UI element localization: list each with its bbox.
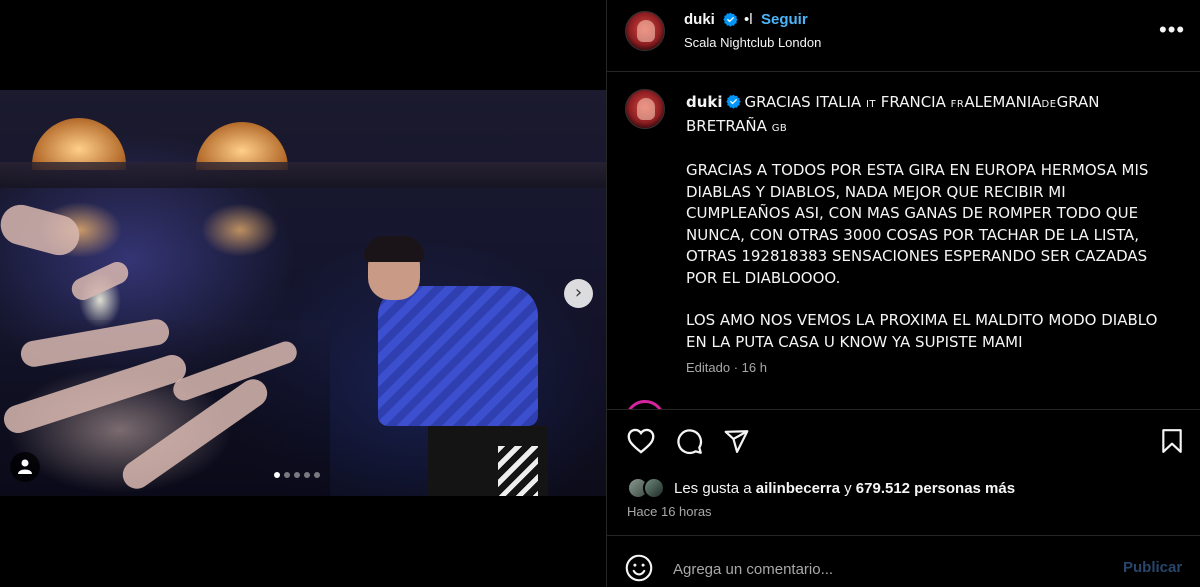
carousel-next-button[interactable]: › [564,279,593,308]
liker-avatar[interactable] [643,477,665,499]
caption-paragraph: GRACIAS A TODOS POR ESTA GIRA EN EUROPA … [686,161,1149,287]
post-caption: duki GRACIAS ITALIA IT FRANCIA FRALEMANIA… [686,92,1166,353]
caption-paragraph: LOS AMO NOS VEMOS LA PROXIMA EL MALDITO … [686,311,1158,351]
media-pane: › [0,0,606,587]
verified-badge-icon [723,12,738,27]
caption-author-avatar[interactable] [625,89,665,129]
likes-count[interactable]: 679.512 personas más [856,480,1015,497]
carousel-dot [284,472,290,478]
action-bar [607,409,1200,469]
carousel-dot [294,472,300,478]
post-side-panel: duki •l Seguir Scala Nightclub London ••… [606,0,1200,587]
post-location[interactable]: Scala Nightclub London [684,35,821,50]
caption-username[interactable]: duki [686,93,723,111]
flag-de: DE [1041,99,1057,110]
edited-timestamp: Editado · 16 h [686,360,767,375]
share-icon[interactable] [723,428,750,454]
comment-input[interactable] [673,558,1093,580]
verified-badge-icon [725,94,741,109]
post-time[interactable]: Hace 16 horas [627,504,712,519]
comment-icon[interactable] [676,428,703,455]
caption-text: FRANCIA [876,93,951,111]
post-photo[interactable] [0,90,606,496]
carousel-dot [274,472,280,478]
bookmark-icon[interactable] [1161,428,1183,454]
carousel-dot [314,472,320,478]
user-tag-icon [18,459,32,474]
user-tags-button[interactable] [10,452,40,482]
carousel-indicator [274,472,320,478]
likes-summary: Les gusta a ailinbecerra y 679.512 perso… [627,477,1187,503]
likes-text[interactable]: Les gusta a ailinbecerra y 679.512 perso… [674,480,1015,497]
caption-area: duki GRACIAS ITALIA IT FRANCIA FRALEMANIA… [607,73,1200,409]
liked-by-user[interactable]: ailinbecerra [756,480,840,497]
post-header: duki •l Seguir Scala Nightclub London ••… [607,0,1200,72]
chevron-right-icon: › [574,282,583,303]
flag-it: IT [865,99,876,110]
author-username[interactable]: duki [684,11,715,28]
comment-avatar[interactable] [625,400,665,409]
flag-gb: GB [771,122,788,134]
caption-text: ALEMANIA [964,93,1042,111]
publish-button[interactable]: Publicar [1123,559,1182,576]
author-avatar[interactable] [625,11,665,51]
venue-balcony [0,162,606,188]
caption-text: GRACIAS ITALIA [744,93,866,111]
separator: •l [744,11,753,28]
flag-fr: FR [950,99,965,110]
emoji-icon[interactable] [625,554,653,582]
comment-bar: Publicar [607,535,1200,587]
crowd [0,200,330,496]
more-options-icon[interactable]: ••• [1159,19,1185,41]
performer [364,236,548,496]
carousel-dot [304,472,310,478]
follow-button[interactable]: Seguir [761,11,808,28]
heart-icon[interactable] [627,428,655,454]
